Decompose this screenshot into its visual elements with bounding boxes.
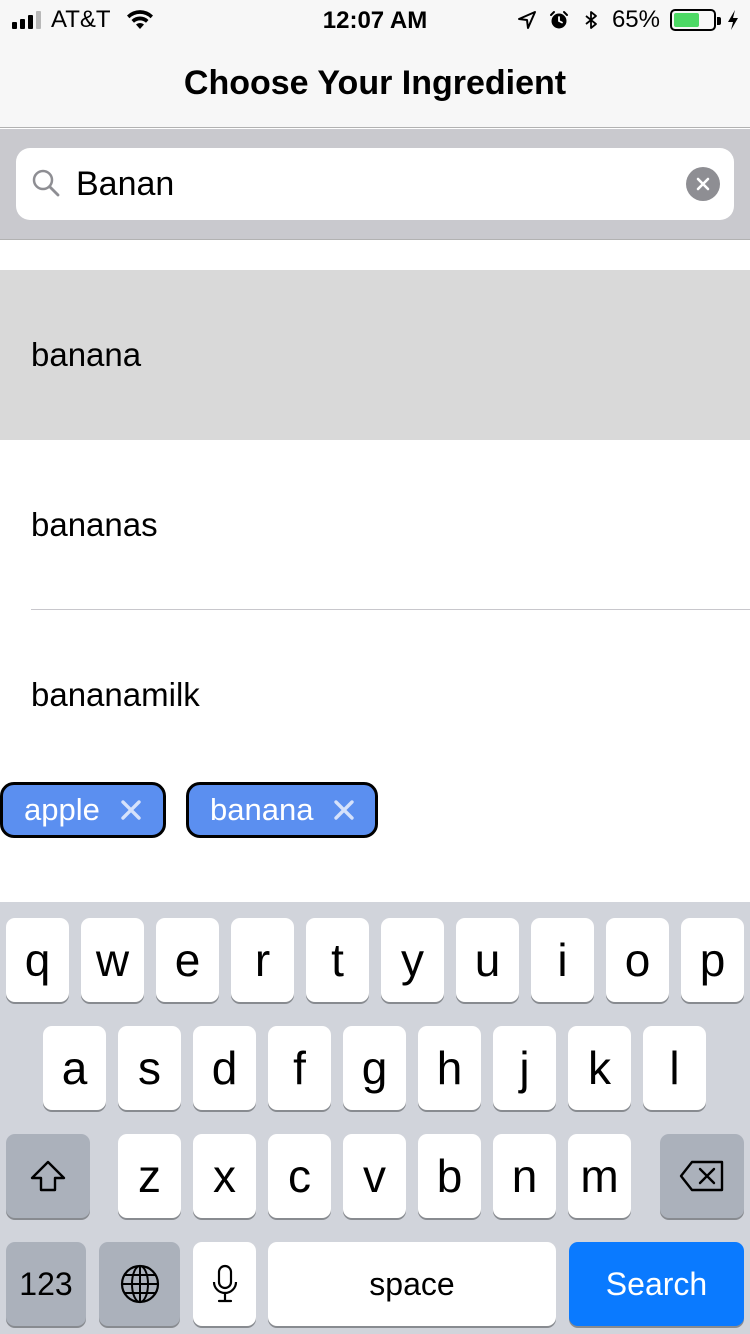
selected-tags: apple banana [0, 782, 378, 838]
key-m[interactable]: m [568, 1134, 631, 1218]
microphone-key[interactable] [193, 1242, 256, 1326]
bluetooth-icon [585, 11, 597, 29]
shift-icon [30, 1160, 66, 1192]
tag-apple[interactable]: apple [0, 782, 166, 838]
key-r[interactable]: r [231, 918, 294, 1002]
backspace-icon [679, 1160, 724, 1192]
key-p[interactable]: p [681, 918, 744, 1002]
key-s[interactable]: s [118, 1026, 181, 1110]
suggestion-item-banana[interactable]: banana [0, 270, 750, 440]
battery-percent: 65% [611, 6, 660, 33]
backspace-key[interactable] [660, 1134, 744, 1218]
tag-label: banana [210, 792, 314, 827]
charging-bolt-icon [728, 10, 738, 30]
status-bar: AT&T 12:07 AM 65% [0, 0, 750, 40]
clear-search-button[interactable] [686, 167, 720, 201]
suggestion-label: bananamilk [31, 676, 200, 713]
key-k[interactable]: k [568, 1026, 631, 1110]
clear-icon [696, 177, 710, 191]
alarm-icon [549, 11, 568, 29]
key-q[interactable]: q [6, 918, 69, 1002]
key-u[interactable]: u [456, 918, 519, 1002]
key-h[interactable]: h [418, 1026, 481, 1110]
battery-icon [670, 9, 721, 31]
search-key[interactable]: Search [569, 1242, 744, 1326]
navigation-bar: Choose Your Ingredient [0, 40, 750, 128]
numbers-key[interactable]: 123 [6, 1242, 86, 1326]
microphone-icon [212, 1264, 237, 1303]
suggestion-label: bananas [31, 506, 158, 543]
page-title: Choose Your Ingredient [183, 64, 567, 102]
suggestion-item-bananamilk[interactable]: bananamilk [0, 610, 750, 780]
key-a[interactable]: a [43, 1026, 106, 1110]
key-v[interactable]: v [343, 1134, 406, 1218]
remove-tag-icon[interactable] [120, 799, 142, 821]
key-w[interactable]: w [81, 918, 144, 1002]
key-g[interactable]: g [343, 1026, 406, 1110]
search-bar [0, 129, 750, 240]
key-j[interactable]: j [493, 1026, 556, 1110]
space-key[interactable]: space [268, 1242, 556, 1326]
key-n[interactable]: n [493, 1134, 556, 1218]
key-i[interactable]: i [531, 918, 594, 1002]
key-x[interactable]: x [193, 1134, 256, 1218]
key-e[interactable]: e [156, 918, 219, 1002]
globe-icon [120, 1264, 159, 1304]
suggestion-list: banana bananas bananamilk [0, 270, 750, 780]
key-d[interactable]: d [193, 1026, 256, 1110]
tag-label: apple [24, 792, 100, 827]
key-l[interactable]: l [643, 1026, 706, 1110]
key-y[interactable]: y [381, 918, 444, 1002]
key-c[interactable]: c [268, 1134, 331, 1218]
tag-banana[interactable]: banana [186, 782, 378, 838]
key-z[interactable]: z [118, 1134, 181, 1218]
keyboard: q w e r t y u i o p a s d f g h j k l z … [0, 902, 750, 1334]
shift-key[interactable] [6, 1134, 90, 1218]
location-arrow-icon [517, 11, 536, 29]
suggestion-label: banana [31, 336, 142, 373]
key-f[interactable]: f [268, 1026, 331, 1110]
search-input[interactable] [76, 148, 676, 220]
suggestion-item-bananas[interactable]: bananas [0, 440, 750, 610]
search-field[interactable] [16, 148, 734, 220]
globe-key[interactable] [99, 1242, 180, 1326]
key-b[interactable]: b [418, 1134, 481, 1218]
remove-tag-icon[interactable] [333, 799, 355, 821]
search-icon [32, 169, 60, 197]
status-right: 65% [516, 6, 740, 34]
battery-fill [674, 13, 699, 27]
key-t[interactable]: t [306, 918, 369, 1002]
key-o[interactable]: o [606, 918, 669, 1002]
